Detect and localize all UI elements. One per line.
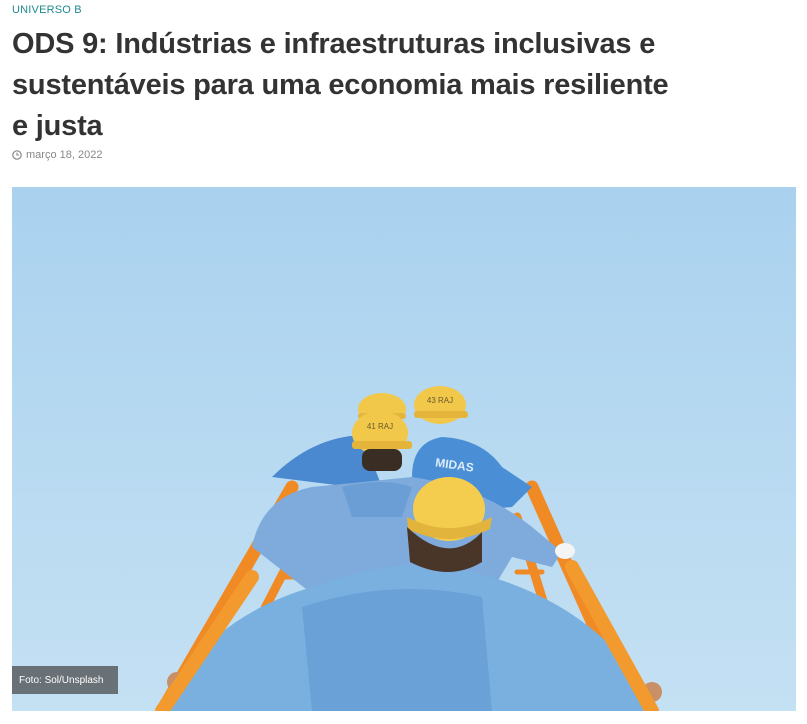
article-title: ODS 9: Indústrias e infraestruturas incl… — [12, 28, 669, 142]
category-link[interactable]: UNIVERSO B — [12, 4, 82, 16]
clock-icon — [12, 150, 22, 160]
publish-date: março 18, 2022 — [26, 149, 103, 161]
article-meta: março 18, 2022 — [12, 149, 102, 161]
helmet-label-1: 41 RAJ — [367, 422, 393, 431]
hero-image: 43 RAJ MIDAS 41 RAJ Foto: Sol/Unsplash — [12, 187, 796, 711]
workers-on-ladder-illustration: 43 RAJ MIDAS 41 RAJ — [155, 386, 662, 711]
image-caption: Foto: Sol/Unsplash — [12, 666, 118, 694]
article-page: UNIVERSO B ODS 9: Indústrias e infraestr… — [0, 0, 807, 724]
helmet-label-2: 43 RAJ — [427, 396, 453, 405]
